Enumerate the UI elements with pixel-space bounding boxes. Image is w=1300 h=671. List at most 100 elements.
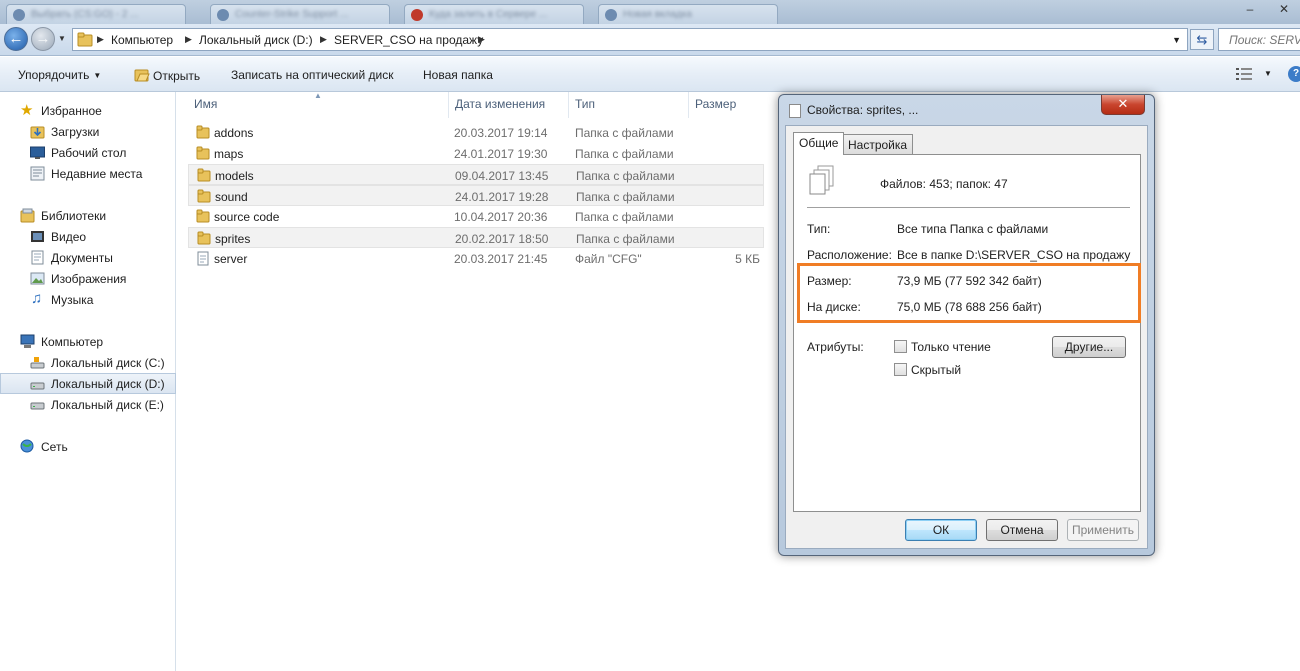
file-row[interactable]: maps 24.01.2017 19:30 Папка с файлами <box>188 143 764 164</box>
column-divider[interactable] <box>448 92 449 118</box>
tab-favicon-icon <box>605 9 617 21</box>
sidebar-item-libraries[interactable]: Библиотеки <box>0 205 176 226</box>
address-row: ← → ▼ ▶ Компьютер ▶ Локальный диск (D:) … <box>0 24 1300 56</box>
file-row[interactable]: server 20.03.2017 21:45 Файл "CFG" 5 КБ <box>188 248 764 269</box>
search-box[interactable] <box>1218 28 1300 51</box>
help-icon[interactable]: ? <box>1288 66 1300 82</box>
breadcrumb-disk-d[interactable]: Локальный диск (D:) <box>199 33 313 47</box>
forward-button[interactable]: → <box>31 27 55 51</box>
network-icon <box>20 439 34 453</box>
multiple-files-icon <box>809 165 834 195</box>
breadcrumb-arrow-icon[interactable]: ▶ <box>478 34 485 45</box>
column-header-date[interactable]: Дата изменения <box>455 97 545 111</box>
hidden-checkbox[interactable] <box>894 363 907 376</box>
sidebar-item-label: Музыка <box>51 293 94 307</box>
file-type: Папка с файлами <box>576 169 675 183</box>
breadcrumb-arrow-icon[interactable]: ▶ <box>185 34 192 45</box>
file-date: 20.02.2017 18:50 <box>455 232 549 246</box>
burn-disc-button[interactable]: Записать на оптический диск <box>231 68 394 82</box>
new-folder-button[interactable]: Новая папка <box>423 68 493 82</box>
pictures-icon <box>30 272 45 285</box>
breadcrumb-arrow-icon[interactable]: ▶ <box>97 34 104 45</box>
close-window-button[interactable]: ✕ <box>1270 0 1298 20</box>
video-icon <box>31 231 44 242</box>
sidebar-item-music[interactable]: ♫ Музыка <box>0 289 176 310</box>
file-row[interactable]: sound 24.01.2017 19:28 Папка с файлами <box>188 185 764 206</box>
chevron-down-icon[interactable]: ▼ <box>1264 69 1272 78</box>
sidebar-item-pictures[interactable]: Изображения <box>0 268 176 289</box>
arrow-left-icon: ← <box>8 30 24 47</box>
sidebar-item-disk-c[interactable]: Локальный диск (C:) <box>0 352 176 373</box>
browser-tab-label: Новая вкладка <box>623 9 692 20</box>
minimize-button[interactable]: – <box>1236 0 1264 20</box>
navigation-pane: ★ Избранное Загрузки Рабочий стол Недавн… <box>0 92 176 671</box>
cancel-button[interactable]: Отмена <box>986 519 1058 541</box>
file-row[interactable]: sprites 20.02.2017 18:50 Папка с файлами <box>188 227 764 248</box>
folder-icon <box>197 231 211 248</box>
open-label: Открыть <box>153 69 201 83</box>
window-top-strip: Выбрать (CS:GO) - 2 ... Counter-Strike S… <box>0 0 1300 24</box>
browser-tab[interactable]: Новая вкладка <box>598 4 778 24</box>
files-summary: Файлов: 453; папок: 47 <box>880 177 1008 191</box>
column-header-size[interactable]: Размер <box>695 97 736 111</box>
file-row[interactable]: models 09.04.2017 13:45 Папка с файлами <box>188 164 764 185</box>
config-file-icon <box>196 251 210 269</box>
readonly-label[interactable]: Только чтение <box>911 340 991 354</box>
sidebar-item-computer[interactable]: Компьютер <box>0 331 176 352</box>
location-label: Расположение: <box>807 248 892 262</box>
sort-arrow-icon: ▲ <box>314 91 322 100</box>
column-divider[interactable] <box>688 92 689 118</box>
open-button[interactable]: Открыть <box>134 68 200 83</box>
sidebar-item-label: Сеть <box>41 440 68 454</box>
file-row[interactable]: addons 20.03.2017 19:14 Папка с файлами <box>188 122 764 143</box>
other-attributes-button[interactable]: Другие... <box>1052 336 1126 358</box>
sidebar-item-documents[interactable]: Документы <box>0 247 176 268</box>
file-type: Папка с файлами <box>576 232 675 246</box>
back-button[interactable]: ← <box>4 27 28 51</box>
browser-tab[interactable]: Counter-Strike Support ... <box>210 4 390 24</box>
refresh-button[interactable]: ⇆ <box>1190 29 1214 50</box>
sidebar-item-recent-places[interactable]: Недавние места <box>0 163 176 184</box>
sidebar-item-desktop[interactable]: Рабочий стол <box>0 142 176 163</box>
breadcrumb-computer[interactable]: Компьютер <box>111 33 173 47</box>
size-value: 73,9 МБ (77 592 342 байт) <box>897 274 1042 288</box>
recent-pages-dropdown[interactable]: ▼ <box>58 34 66 43</box>
column-divider[interactable] <box>568 92 569 118</box>
properties-dialog: Свойства: sprites, ... ✕ Общие Настройка… <box>778 94 1155 556</box>
column-header-name[interactable]: Имя <box>194 97 217 111</box>
ok-button[interactable]: ОК <box>905 519 977 541</box>
sidebar-item-downloads[interactable]: Загрузки <box>0 121 176 142</box>
desktop-icon <box>30 146 45 159</box>
apply-button[interactable]: Применить <box>1067 519 1139 541</box>
folder-icon <box>196 146 210 163</box>
sidebar-item-disk-e[interactable]: Локальный диск (E:) <box>0 394 176 415</box>
column-header-type[interactable]: Тип <box>575 97 595 111</box>
chevron-down-icon[interactable]: ▼ <box>1172 35 1181 45</box>
tab-customize[interactable]: Настройка <box>842 134 914 154</box>
sidebar-item-disk-d[interactable]: Локальный диск (D:) <box>0 373 176 394</box>
search-input[interactable] <box>1219 29 1300 50</box>
tab-general[interactable]: Общие <box>793 132 845 155</box>
readonly-checkbox[interactable] <box>894 340 907 353</box>
dialog-body: Общие Настройка Файлов: 453; папок: 47 Т… <box>785 125 1148 549</box>
breadcrumb-server-folder[interactable]: SERVER_CSO на продажу <box>334 33 483 47</box>
browser-tab[interactable]: Выбрать (CS:GO) - 2 ... <box>6 4 186 24</box>
browser-tab[interactable]: Куда залить в Сервере ... <box>404 4 584 24</box>
sidebar-item-favorites[interactable]: ★ Избранное <box>0 100 176 121</box>
computer-icon <box>20 334 35 348</box>
breadcrumb-arrow-icon[interactable]: ▶ <box>320 34 327 45</box>
file-type: Папка с файлами <box>575 147 674 161</box>
close-dialog-button[interactable]: ✕ <box>1101 95 1145 115</box>
file-row[interactable]: source code 10.04.2017 20:36 Папка с файла… <box>188 206 764 227</box>
view-options-icon[interactable] <box>1236 67 1252 81</box>
address-bar[interactable]: ▶ Компьютер ▶ Локальный диск (D:) ▶ SERV… <box>72 28 1188 51</box>
sidebar-item-video[interactable]: Видео <box>0 226 176 247</box>
organize-button[interactable]: Упорядочить ▼ <box>18 68 101 82</box>
recent-places-icon <box>30 166 45 181</box>
separator <box>807 207 1130 208</box>
file-icon <box>789 104 801 118</box>
file-type: Файл "CFG" <box>575 252 642 266</box>
hidden-label[interactable]: Скрытый <box>911 363 961 377</box>
drive-icon <box>30 382 45 390</box>
sidebar-item-network[interactable]: Сеть <box>0 436 176 457</box>
